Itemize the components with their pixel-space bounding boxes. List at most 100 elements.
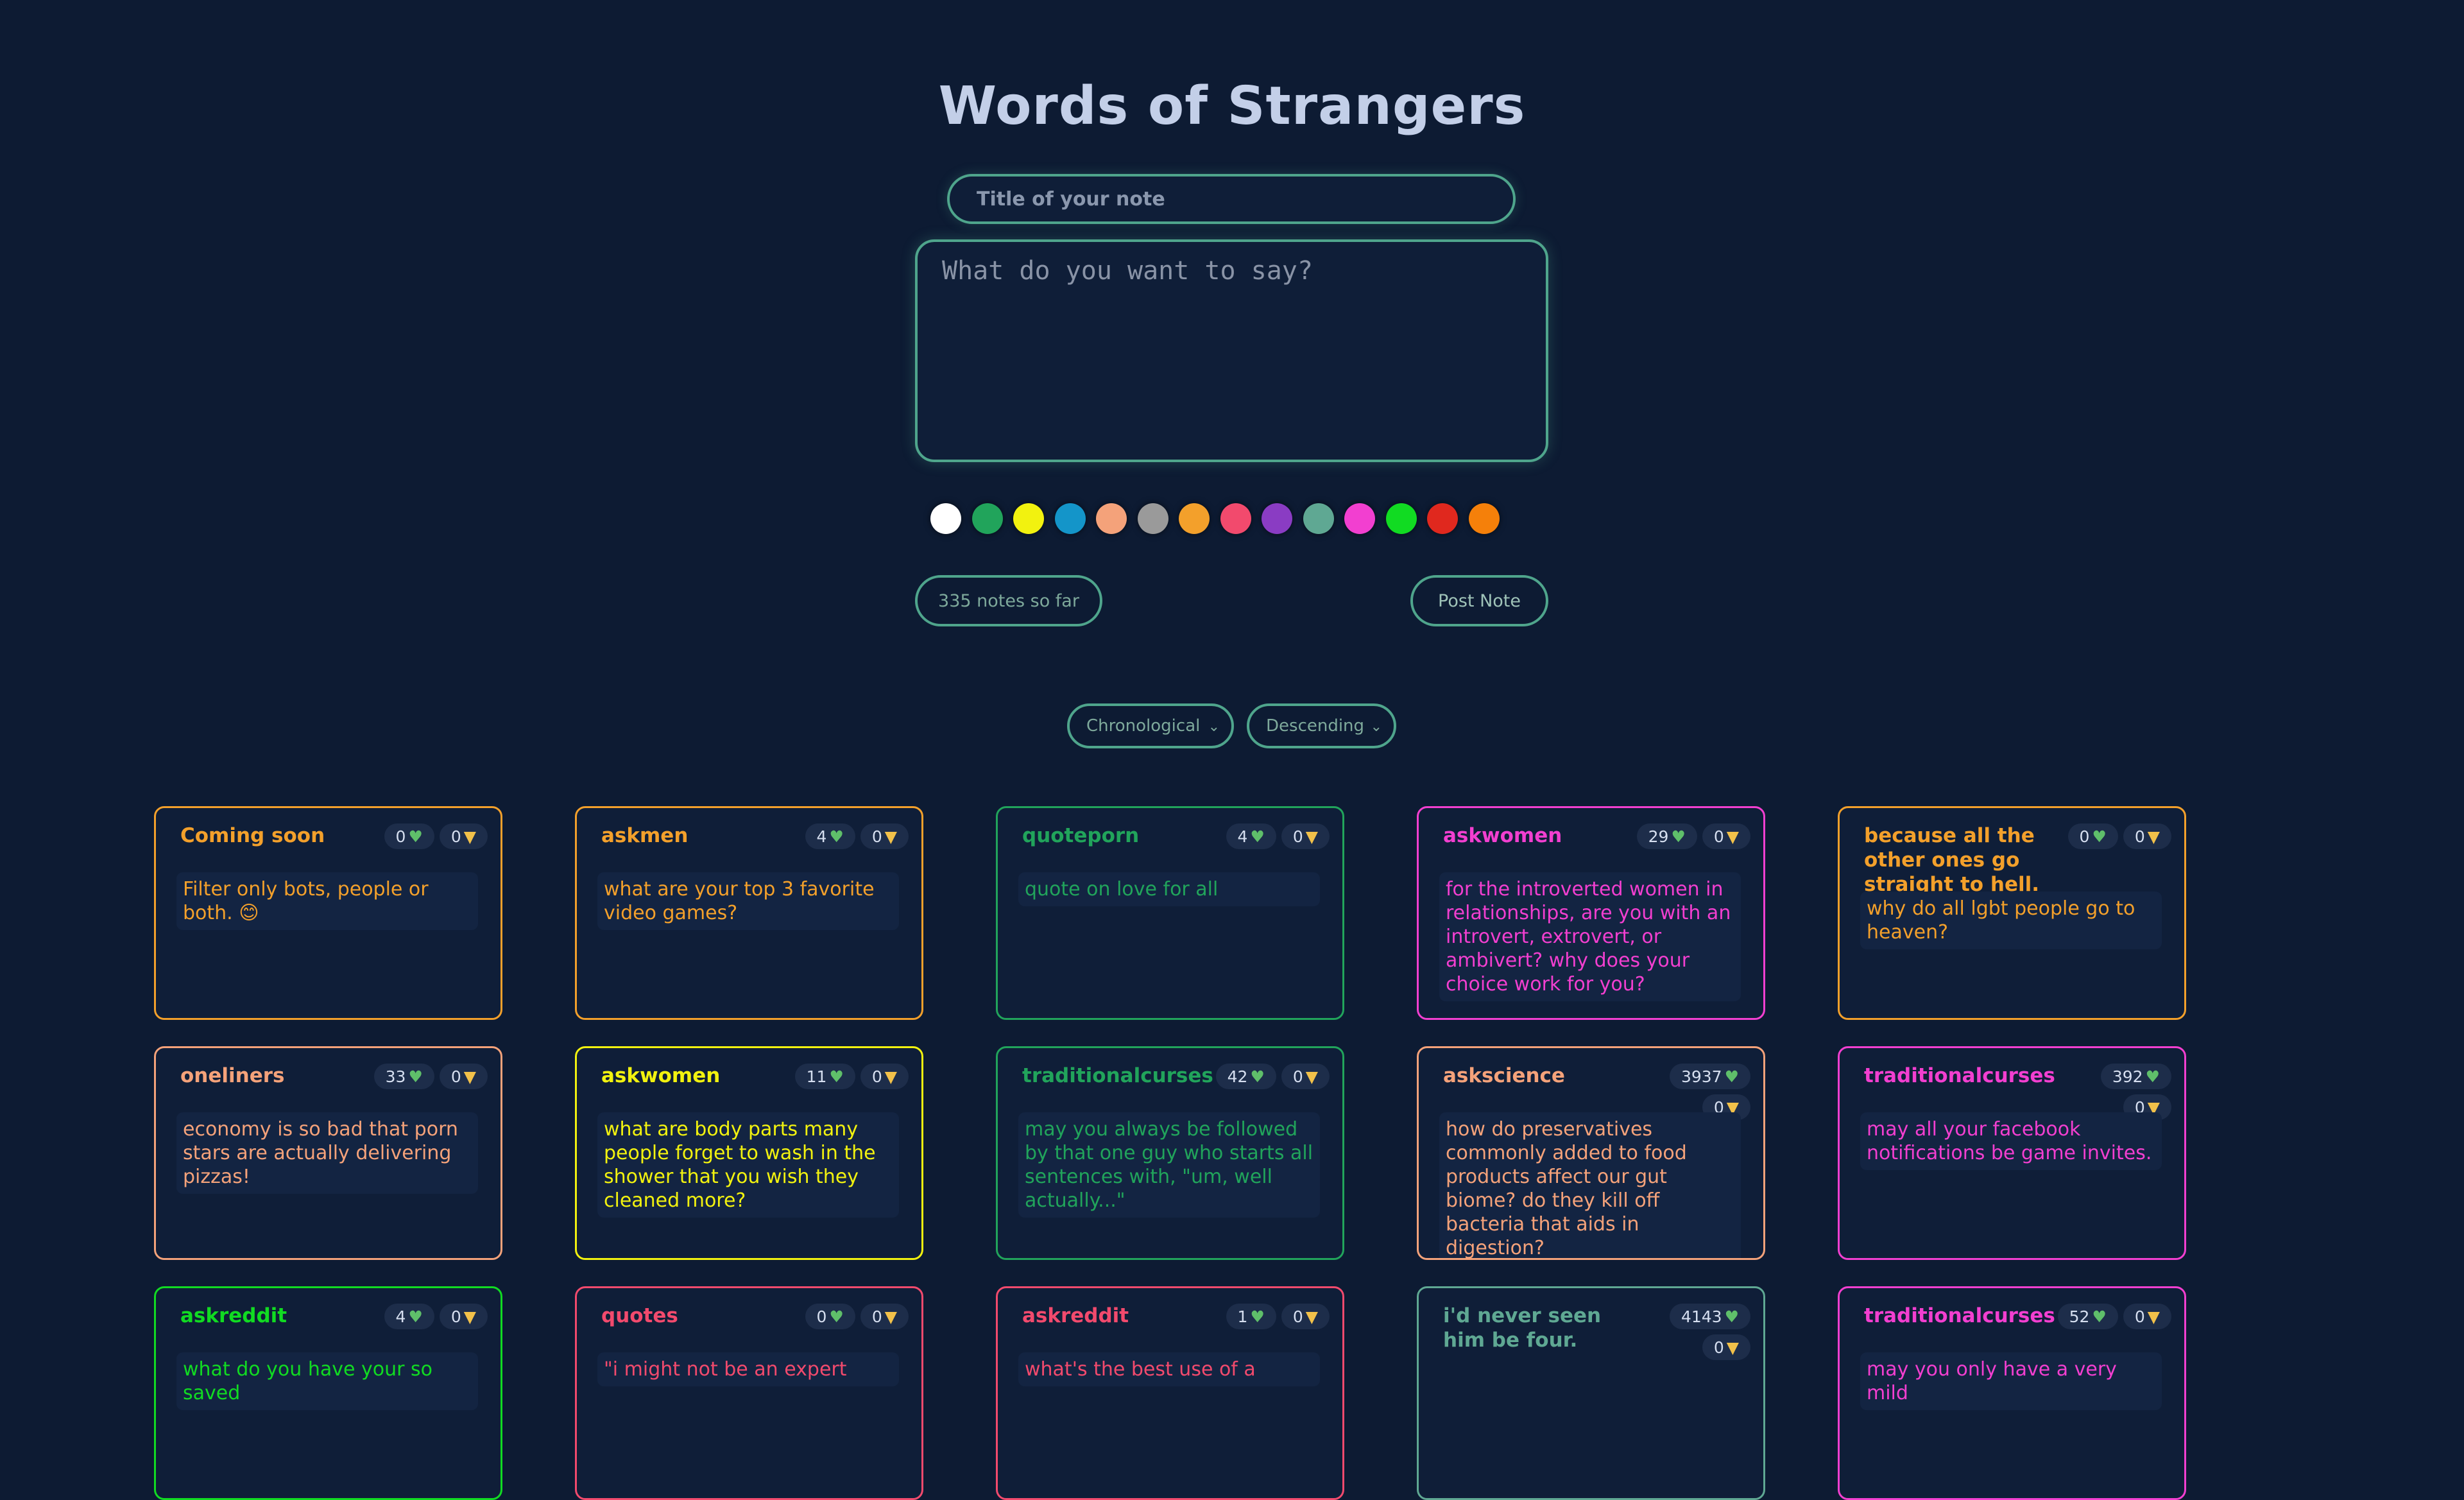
note-body: may all your facebook notifications be g… bbox=[1860, 1112, 2162, 1170]
like-count: 11 bbox=[806, 1067, 827, 1086]
like-badge[interactable]: 11 ♥ bbox=[794, 1064, 855, 1089]
sort-direction-select[interactable]: Descending ⌄ bbox=[1247, 703, 1396, 748]
like-badge[interactable]: 4 ♥ bbox=[1226, 823, 1276, 849]
note-card[interactable]: askmen 4 ♥ 0 ▼ what are your top 3 favorite v… bbox=[575, 806, 923, 1020]
dislike-badge[interactable]: 0 ▼ bbox=[1281, 1064, 1330, 1089]
like-count: 4 bbox=[816, 827, 827, 846]
note-reactions: 33 ♥ 0 ▼ bbox=[366, 1064, 488, 1089]
like-count: 0 bbox=[816, 1307, 827, 1326]
dislike-badge[interactable]: 0 ▼ bbox=[2123, 823, 2171, 849]
like-badge[interactable]: 1 ♥ bbox=[1226, 1304, 1276, 1329]
dislike-badge[interactable]: 0 ▼ bbox=[1281, 1304, 1330, 1329]
note-card[interactable]: askscience 3937 ♥ 0 ▼ how do preservatives co… bbox=[1417, 1046, 1765, 1260]
like-badge[interactable]: 4143 ♥ bbox=[1669, 1304, 1750, 1329]
color-swatch[interactable] bbox=[1137, 503, 1168, 534]
note-body: may you always be followed by that one g… bbox=[1018, 1112, 1320, 1218]
dislike-count: 0 bbox=[450, 1067, 461, 1086]
color-swatch[interactable] bbox=[1013, 503, 1044, 534]
note-reactions: 4 ♥ 0 ▼ bbox=[366, 1304, 488, 1329]
note-card[interactable]: quoteporn 4 ♥ 0 ▼ quote on love for all bbox=[996, 806, 1344, 1020]
notes-count-button[interactable]: 335 notes so far bbox=[915, 575, 1102, 626]
note-body: how do preservatives commonly added to f… bbox=[1439, 1112, 1741, 1258]
dislike-badge[interactable]: 0 ▼ bbox=[1281, 823, 1330, 849]
like-badge[interactable]: 0 ♥ bbox=[384, 823, 434, 849]
dislike-badge[interactable]: 0 ▼ bbox=[1702, 1334, 1750, 1360]
color-swatch[interactable] bbox=[1096, 503, 1127, 534]
note-title: quotes bbox=[601, 1304, 678, 1327]
note-title-input[interactable] bbox=[947, 174, 1516, 224]
note-reactions: 11 ♥ 0 ▼ bbox=[787, 1064, 909, 1089]
note-card[interactable]: traditionalcurses 42 ♥ 0 ▼ may you always be … bbox=[996, 1046, 1344, 1260]
note-title: traditionalcurses bbox=[1864, 1304, 2055, 1327]
like-count: 4143 bbox=[1681, 1307, 1722, 1326]
dislike-count: 0 bbox=[871, 1067, 882, 1086]
heart-icon: ♥ bbox=[1250, 1067, 1265, 1086]
like-badge[interactable]: 4 ♥ bbox=[384, 1304, 434, 1329]
color-swatch[interactable] bbox=[971, 503, 1003, 534]
like-count: 4 bbox=[395, 1307, 406, 1326]
dislike-badge[interactable]: 0 ▼ bbox=[439, 823, 488, 849]
like-badge[interactable]: 392 ♥ bbox=[2100, 1064, 2171, 1089]
like-badge[interactable]: 29 ♥ bbox=[1636, 823, 1697, 849]
dislike-badge[interactable]: 0 ▼ bbox=[439, 1304, 488, 1329]
heart-icon: ♥ bbox=[829, 827, 844, 846]
note-body-textarea[interactable] bbox=[915, 239, 1548, 462]
note-card[interactable]: askreddit 4 ♥ 0 ▼ what do you have your so sa… bbox=[154, 1286, 502, 1500]
like-count: 4 bbox=[1237, 827, 1248, 846]
thumbs-down-icon: ▼ bbox=[463, 827, 476, 846]
note-card[interactable]: askwomen 29 ♥ 0 ▼ for the introverted women i… bbox=[1417, 806, 1765, 1020]
thumbs-down-icon: ▼ bbox=[2147, 827, 2160, 846]
color-swatch[interactable] bbox=[1468, 503, 1500, 534]
heart-icon: ♥ bbox=[1250, 827, 1265, 846]
heart-icon: ♥ bbox=[1250, 1307, 1265, 1326]
dislike-badge[interactable]: 0 ▼ bbox=[1702, 823, 1750, 849]
dislike-badge[interactable]: 0 ▼ bbox=[860, 823, 909, 849]
note-card[interactable]: askwomen 11 ♥ 0 ▼ what are body parts many pe… bbox=[575, 1046, 923, 1260]
color-swatch[interactable] bbox=[1427, 503, 1458, 534]
dislike-badge[interactable]: 0 ▼ bbox=[2123, 1304, 2171, 1329]
note-card[interactable]: i'd never seen him be four. 4143 ♥ 0 ▼ bbox=[1417, 1286, 1765, 1500]
like-badge[interactable]: 52 ♥ bbox=[2057, 1304, 2118, 1329]
post-note-button[interactable]: Post Note bbox=[1410, 575, 1548, 626]
note-card[interactable]: traditionalcurses 52 ♥ 0 ▼ may you only have … bbox=[1838, 1286, 2186, 1500]
heart-icon: ♥ bbox=[829, 1307, 844, 1326]
note-title: Coming soon bbox=[180, 824, 325, 847]
color-swatch[interactable] bbox=[1220, 503, 1251, 534]
note-body: why do all lgbt people go to heaven? bbox=[1860, 892, 2162, 949]
color-swatch[interactable] bbox=[1303, 503, 1334, 534]
note-card[interactable]: askreddit 1 ♥ 0 ▼ what's the best use of a bbox=[996, 1286, 1344, 1500]
dislike-count: 0 bbox=[871, 1307, 882, 1326]
dislike-badge[interactable]: 0 ▼ bbox=[860, 1304, 909, 1329]
note-title: askreddit bbox=[1022, 1304, 1129, 1327]
sort-order-select[interactable]: Chronological ⌄ bbox=[1067, 703, 1234, 748]
note-reactions: 1 ♥ 0 ▼ bbox=[1208, 1304, 1330, 1329]
note-card[interactable]: Coming soon 0 ♥ 0 ▼ Filter only bots, people … bbox=[154, 806, 502, 1020]
like-badge[interactable]: 42 ♥ bbox=[1215, 1064, 1276, 1089]
note-body: Filter only bots, people or both. 😊 bbox=[176, 872, 478, 930]
color-swatch[interactable] bbox=[1262, 503, 1292, 534]
thumbs-down-icon: ▼ bbox=[2147, 1307, 2160, 1326]
heart-icon: ♥ bbox=[2145, 1067, 2160, 1086]
note-body: what are body parts many people forget t… bbox=[597, 1112, 899, 1218]
dislike-badge[interactable]: 0 ▼ bbox=[439, 1064, 488, 1089]
color-swatch[interactable] bbox=[1179, 503, 1210, 534]
dislike-badge[interactable]: 0 ▼ bbox=[860, 1064, 909, 1089]
note-reactions: 0 ♥ 0 ▼ bbox=[2049, 823, 2171, 849]
like-badge[interactable]: 4 ♥ bbox=[805, 823, 855, 849]
like-badge[interactable]: 0 ♥ bbox=[805, 1304, 855, 1329]
note-card[interactable]: because all the other ones go straight t… bbox=[1838, 806, 2186, 1020]
color-swatch[interactable] bbox=[930, 503, 961, 534]
note-reactions: 0 ♥ 0 ▼ bbox=[787, 1304, 909, 1329]
color-swatch[interactable] bbox=[1054, 503, 1086, 534]
note-reactions: 3937 ♥ 0 ▼ bbox=[1629, 1064, 1750, 1120]
note-reactions: 4 ♥ 0 ▼ bbox=[787, 823, 909, 849]
note-card[interactable]: oneliners 33 ♥ 0 ▼ economy is so bad that por… bbox=[154, 1046, 502, 1260]
color-swatch[interactable] bbox=[1385, 503, 1417, 534]
note-card[interactable]: traditionalcurses 392 ♥ 0 ▼ may all your face… bbox=[1838, 1046, 2186, 1260]
note-card[interactable]: quotes 0 ♥ 0 ▼ "i might not be an expert bbox=[575, 1286, 923, 1500]
like-badge[interactable]: 3937 ♥ bbox=[1669, 1064, 1750, 1089]
like-badge[interactable]: 0 ♥ bbox=[2067, 823, 2118, 849]
color-swatch[interactable] bbox=[1344, 503, 1375, 534]
dislike-count: 0 bbox=[871, 827, 882, 846]
like-badge[interactable]: 33 ♥ bbox=[373, 1064, 434, 1089]
